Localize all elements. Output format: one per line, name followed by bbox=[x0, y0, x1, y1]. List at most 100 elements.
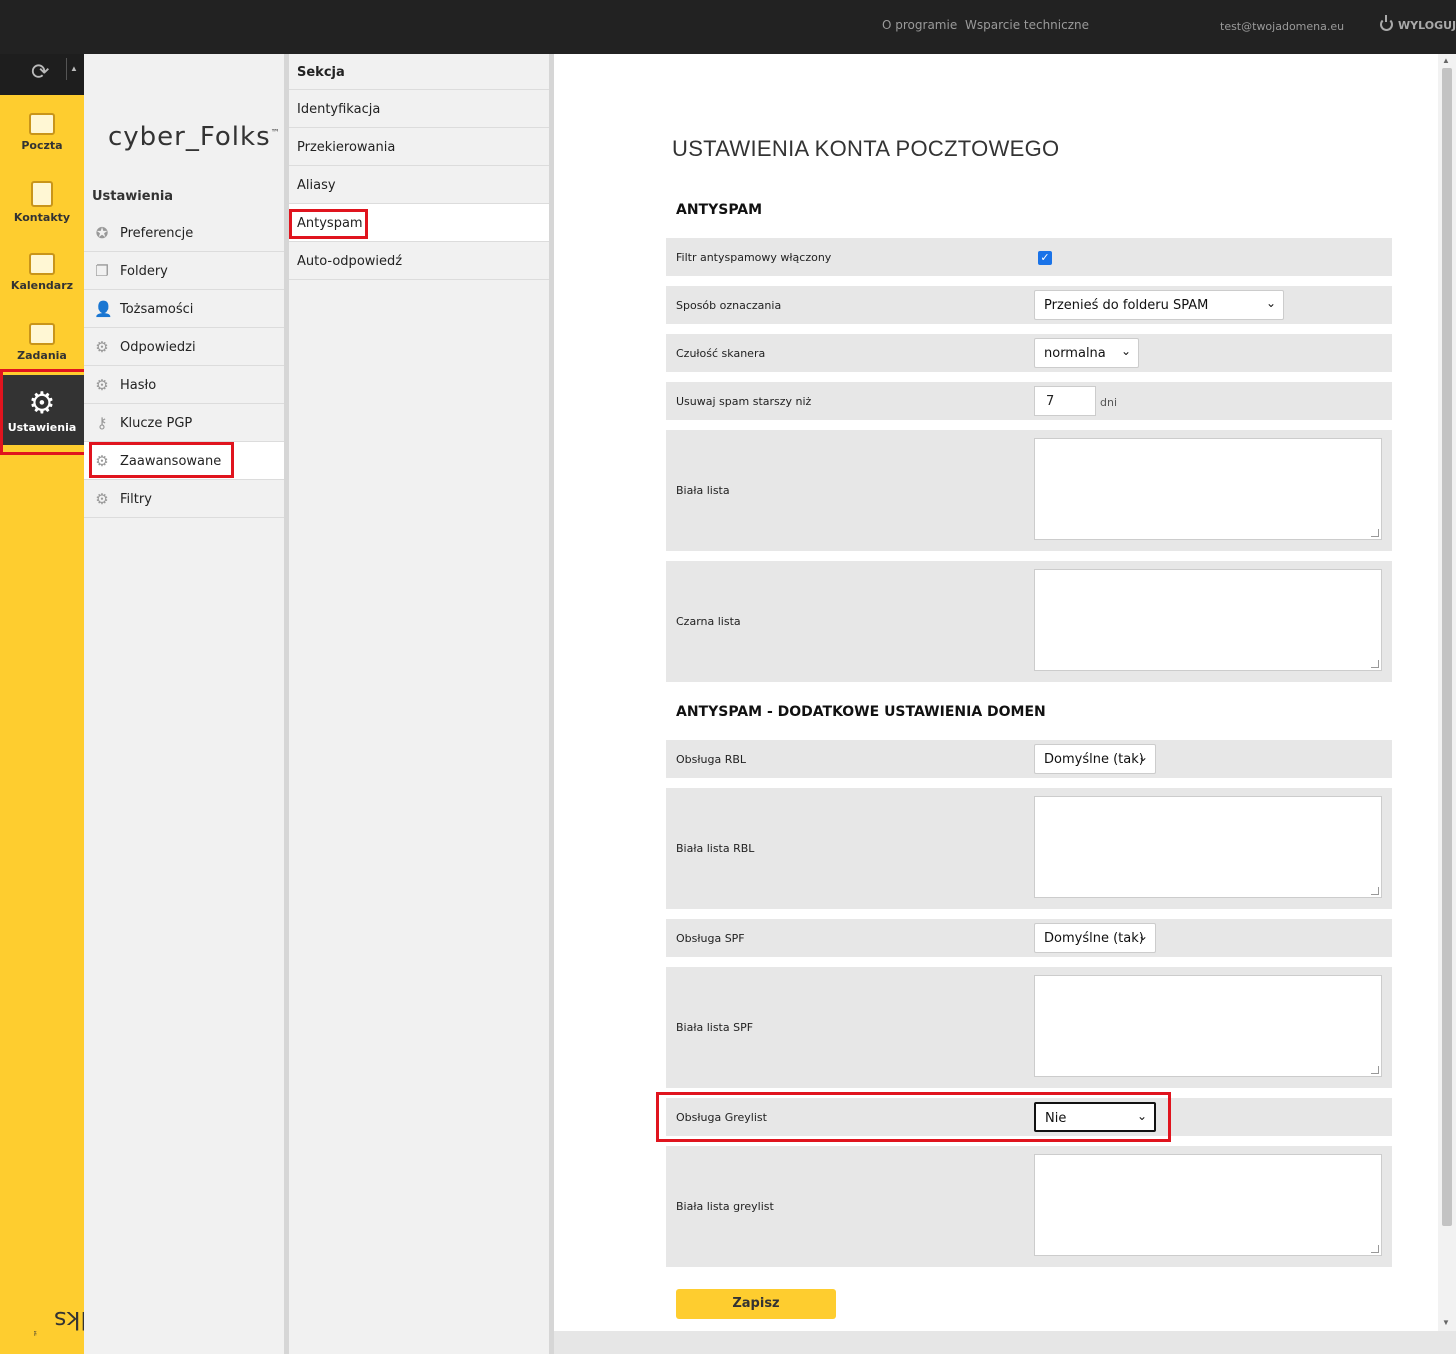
chevron-down-icon: ⌄ bbox=[1137, 929, 1148, 943]
gear-icon: ⚙ bbox=[95, 490, 109, 508]
rbl-select[interactable]: Domyślne (tak) ⌄ bbox=[1034, 744, 1156, 774]
chevron-down-icon: ⌄ bbox=[1120, 344, 1131, 358]
section-item-identification[interactable]: Identyfikacja bbox=[289, 90, 549, 128]
app-mail-label: Poczta bbox=[21, 139, 63, 152]
highlight-box bbox=[89, 442, 234, 478]
app-mail[interactable]: Poczta bbox=[0, 95, 84, 165]
refresh-icon[interactable]: ⟳ bbox=[31, 60, 49, 85]
settings-item-label: Foldery bbox=[120, 264, 168, 279]
app-tasks[interactable]: Zadania bbox=[0, 305, 84, 375]
scroll-up-icon[interactable]: ▲ bbox=[1442, 56, 1450, 65]
rbl-whitelist-textarea[interactable] bbox=[1034, 796, 1382, 898]
row-delete-older: Usuwaj spam starszy niż 7 dni bbox=[666, 382, 1392, 420]
marking-select[interactable]: Przenieś do folderu SPAM ⌄ bbox=[1034, 290, 1284, 320]
spf-select[interactable]: Domyślne (tak) ⌄ bbox=[1034, 923, 1156, 953]
tasks-icon bbox=[29, 323, 55, 345]
settings-item-folders[interactable]: ❐ Foldery bbox=[84, 252, 284, 290]
field-label: Czarna lista bbox=[676, 615, 741, 628]
row-filter-enabled: Filtr antyspamowy włączony ✓ bbox=[666, 238, 1392, 276]
app-calendar[interactable]: Kalendarz bbox=[0, 235, 84, 305]
rbl-select-value: Domyślne (tak) bbox=[1044, 752, 1144, 767]
row-sensitivity: Czułość skanera normalna ⌄ bbox=[666, 334, 1392, 372]
field-label: Biała lista greylist bbox=[676, 1200, 774, 1213]
settings-item-pgp-keys[interactable]: ⚷ Klucze PGP bbox=[84, 404, 284, 442]
star-icon: ✪ bbox=[95, 224, 109, 242]
settings-item-label: Filtry bbox=[120, 492, 152, 507]
row-whitelist: Biała lista bbox=[666, 430, 1392, 551]
key-icon: ⚷ bbox=[96, 414, 108, 432]
section-heading: Sekcja bbox=[289, 54, 549, 90]
settings-item-label: Odpowiedzi bbox=[120, 340, 196, 355]
blacklist-textarea[interactable] bbox=[1034, 569, 1382, 671]
logout-button[interactable]: WYLOGUJ bbox=[1380, 15, 1456, 32]
contacts-icon bbox=[31, 181, 53, 207]
caret-up-icon[interactable]: ▲ bbox=[70, 64, 78, 73]
app-tasks-label: Zadania bbox=[17, 349, 67, 362]
settings-item-label: Tożsamości bbox=[120, 302, 194, 317]
about-link[interactable]: O programie bbox=[882, 18, 957, 32]
row-rbl-whitelist: Biała lista RBL bbox=[666, 788, 1392, 909]
app-navigation: Poczta Kontakty Kalendarz Zadania ⚙ Usta… bbox=[0, 95, 84, 1354]
settings-panel: cyber_Folks™ Ustawienia ✪ Preferencje ❐ Fo… bbox=[84, 54, 284, 1354]
field-label: Sposób oznaczania bbox=[676, 299, 782, 312]
sensitivity-select-value: normalna bbox=[1044, 346, 1106, 361]
field-label: Filtr antyspamowy włączony bbox=[676, 251, 832, 264]
spf-whitelist-textarea[interactable] bbox=[1034, 975, 1382, 1077]
app-contacts-label: Kontakty bbox=[13, 211, 71, 224]
section-item-autoreply[interactable]: Auto-odpowiedź bbox=[289, 242, 549, 280]
folder-icon: ❐ bbox=[95, 262, 109, 280]
filter-enabled-checkbox[interactable]: ✓ bbox=[1038, 251, 1052, 265]
section-item-aliases[interactable]: Aliasy bbox=[289, 166, 549, 204]
chevron-down-icon: ⌄ bbox=[1265, 296, 1276, 310]
mail-icon bbox=[29, 113, 55, 135]
settings-item-label: Preferencje bbox=[120, 226, 194, 241]
chevron-down-icon: ⌄ bbox=[1137, 750, 1148, 764]
brand-logo-tm: ™ bbox=[270, 128, 281, 139]
toolbar-divider bbox=[66, 58, 67, 80]
support-link[interactable]: Wsparcie techniczne bbox=[965, 18, 1089, 32]
section-item-forwarding[interactable]: Przekierowania bbox=[289, 128, 549, 166]
app-contacts[interactable]: Kontakty bbox=[0, 165, 84, 235]
row-rbl: Obsługa RBL Domyślne (tak) ⌄ bbox=[666, 740, 1392, 778]
sensitivity-select[interactable]: normalna ⌄ bbox=[1034, 338, 1139, 368]
highlight-box bbox=[289, 209, 368, 239]
whitelist-textarea[interactable] bbox=[1034, 438, 1382, 540]
field-label: Biała lista bbox=[676, 484, 730, 497]
app-calendar-label: Kalendarz bbox=[10, 279, 74, 292]
settings-item-preferences[interactable]: ✪ Preferencje bbox=[84, 214, 284, 252]
settings-item-label: Hasło bbox=[120, 378, 157, 393]
gear-icon: ⚙ bbox=[95, 376, 109, 394]
row-greylist-whitelist: Biała lista greylist bbox=[666, 1146, 1392, 1267]
logout-label: WYLOGUJ bbox=[1398, 19, 1456, 32]
field-label: Biała lista SPF bbox=[676, 1021, 754, 1034]
marking-select-value: Przenieś do folderu SPAM bbox=[1044, 298, 1209, 313]
field-label: Biała lista RBL bbox=[676, 842, 755, 855]
brand-logo: cyber_Folks™ bbox=[108, 122, 281, 152]
field-label: Usuwaj spam starszy niż bbox=[676, 395, 812, 408]
vertical-logo: cyber_Folks™ bbox=[24, 1170, 194, 1340]
field-label: Obsługa RBL bbox=[676, 753, 747, 766]
highlight-box bbox=[656, 1092, 1171, 1142]
settings-item-filters[interactable]: ⚙ Filtry bbox=[84, 480, 284, 518]
settings-heading: Ustawienia bbox=[92, 189, 174, 204]
row-spf-whitelist: Biała lista SPF bbox=[666, 967, 1392, 1088]
row-marking: Sposób oznaczania Przenieś do folderu SP… bbox=[666, 286, 1392, 324]
save-button[interactable]: Zapisz bbox=[676, 1289, 836, 1319]
scroll-down-icon[interactable]: ▼ bbox=[1442, 1318, 1450, 1327]
row-blacklist: Czarna lista bbox=[666, 561, 1392, 682]
settings-item-identities[interactable]: 👤 Tożsamości bbox=[84, 290, 284, 328]
greylist-whitelist-textarea[interactable] bbox=[1034, 1154, 1382, 1256]
power-icon bbox=[1380, 15, 1393, 31]
settings-item-password[interactable]: ⚙ Hasło bbox=[84, 366, 284, 404]
spf-select-value: Domyślne (tak) bbox=[1044, 931, 1144, 946]
brand-logo-text: cyber_Folks bbox=[108, 122, 271, 152]
section-title-antispam: ANTYSPAM bbox=[676, 202, 763, 218]
scrollbar[interactable]: ▲ ▼ bbox=[1438, 54, 1456, 1331]
user-email: test@twojadomena.eu bbox=[1220, 20, 1345, 33]
field-label: Czułość skanera bbox=[676, 347, 766, 360]
top-bar: O programie Wsparcie techniczne test@two… bbox=[0, 0, 1456, 54]
scrollbar-thumb[interactable] bbox=[1442, 68, 1452, 1226]
highlight-box bbox=[0, 369, 87, 455]
settings-item-responses[interactable]: ⚙ Odpowiedzi bbox=[84, 328, 284, 366]
delete-older-input[interactable]: 7 bbox=[1034, 386, 1096, 416]
